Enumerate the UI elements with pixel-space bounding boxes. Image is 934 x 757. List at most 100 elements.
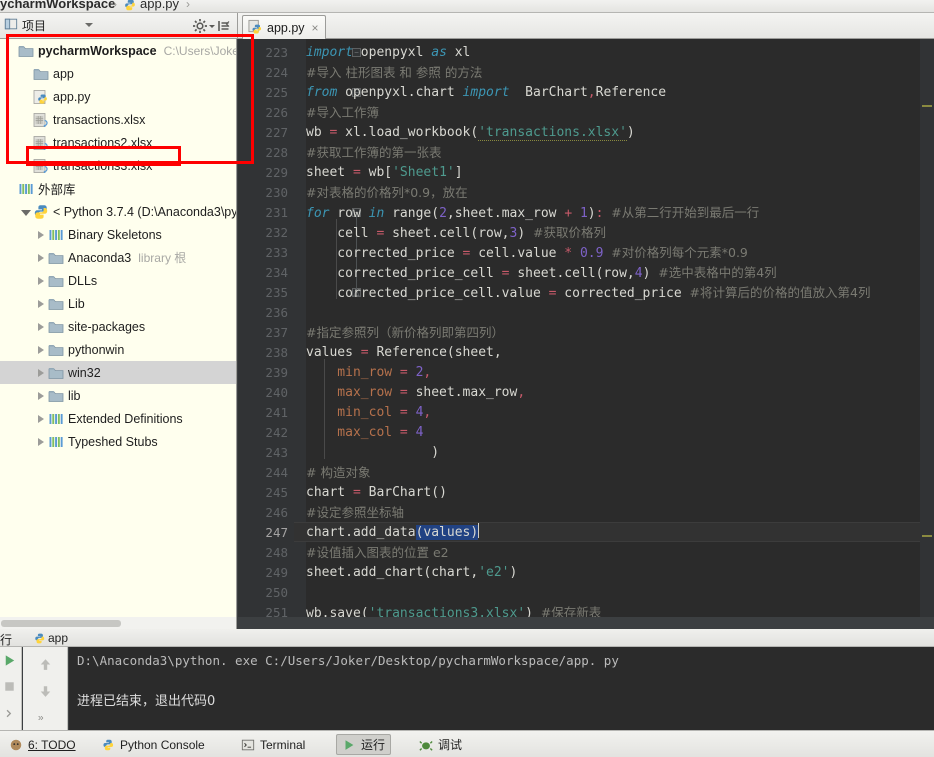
breadcrumb-separator-2: › xyxy=(186,0,190,11)
tree-item-label: transactions3.xlsx xyxy=(53,158,153,173)
tree-item-python-3-7-4-d-anaconda3-py[interactable]: < Python 3.7.4 (D:\Anaconda3\py xyxy=(0,200,236,223)
code-line[interactable]: corrected_price_cell = sheet.cell(row,4)… xyxy=(306,263,776,283)
tree-item-app[interactable]: app xyxy=(0,62,236,85)
library-icon xyxy=(48,411,64,427)
stop-icon[interactable] xyxy=(2,679,18,695)
tree-item-pycharmworkspace[interactable]: pycharmWorkspace C:\Users\Joker xyxy=(0,39,236,62)
gear-icon[interactable] xyxy=(192,18,208,34)
code-line[interactable]: #导入 柱形图表 和 参照 的方法 xyxy=(306,63,482,83)
chevron-right-icon[interactable] xyxy=(34,338,48,361)
code-text-area[interactable]: import openpyxl as xl #导入 柱形图表 和 参照 的方法 fr… xyxy=(306,39,934,629)
code-token: # 构造对象 xyxy=(306,465,371,480)
code-line[interactable]: #设定参照坐标轴 xyxy=(306,503,404,523)
chevron-right-icon[interactable] xyxy=(34,407,48,430)
tree-item-lib[interactable]: lib xyxy=(0,384,236,407)
code-token: 'e2' xyxy=(478,565,510,580)
warning-marker[interactable] xyxy=(922,105,932,107)
terminal-icon xyxy=(241,738,255,752)
bottom-tab-6-todo[interactable]: 6: TODO xyxy=(4,735,81,754)
expand-icon[interactable] xyxy=(3,707,19,723)
tree-item-transactions2-xlsx[interactable]: transactions2.xlsx xyxy=(0,131,236,154)
bottom-tab-[interactable]: 调试 xyxy=(414,735,467,754)
tree-item-site-packages[interactable]: site-packages xyxy=(0,315,236,338)
chevron-right-icon[interactable] xyxy=(34,269,48,292)
tree-item-[interactable]: 外部库 xyxy=(0,177,236,200)
tab-app-py[interactable]: app.py × xyxy=(242,15,326,39)
project-panel-label: 项目 xyxy=(22,19,47,33)
tree-item-extended-definitions[interactable]: Extended Definitions xyxy=(0,407,236,430)
bottom-tab-terminal[interactable]: Terminal xyxy=(236,735,310,754)
code-line[interactable]: #指定参照列（新价格列即第四列） xyxy=(306,323,504,343)
code-line[interactable]: #对表格的价格列*0.9，放在 xyxy=(306,183,468,203)
code-line[interactable]: corrected_price_cell.value = corrected_p… xyxy=(306,283,870,303)
run-icon[interactable] xyxy=(2,653,18,669)
soft-wrap-icon[interactable]: » xyxy=(36,709,52,725)
tree-item-binary-skeletons[interactable]: Binary Skeletons xyxy=(0,223,236,246)
code-line[interactable]: max_row = sheet.max_row, xyxy=(306,383,525,403)
close-icon[interactable]: × xyxy=(312,21,319,35)
code-line[interactable]: #导入工作簿 xyxy=(306,103,379,123)
scroll-down-icon[interactable] xyxy=(37,683,53,699)
bottom-tab-python-console[interactable]: Python Console xyxy=(96,735,210,754)
chevron-right-icon[interactable] xyxy=(34,246,48,269)
line-number: 229 xyxy=(265,165,288,180)
tree-item-dlls[interactable]: DLLs xyxy=(0,269,236,292)
project-panel-title[interactable]: 项目 xyxy=(4,17,46,34)
code-line[interactable]: values = Reference(sheet, xyxy=(306,343,502,363)
bottom-tab-[interactable]: 运行 xyxy=(336,734,392,755)
tree-item-lib[interactable]: Lib xyxy=(0,292,236,315)
warning-marker[interactable] xyxy=(922,535,932,537)
code-token: , xyxy=(423,365,432,380)
tree-item-label: < Python 3.7.4 (D:\Anaconda3\py xyxy=(53,204,237,219)
editor-hscrollbar[interactable] xyxy=(238,617,934,629)
tree-item-app-py[interactable]: app.py xyxy=(0,85,236,108)
code-line[interactable]: corrected_price = cell.value * 0.9 #对价格列… xyxy=(306,243,748,263)
code-line[interactable]: cell = sheet.cell(row,3) #获取价格列 xyxy=(306,223,606,243)
chevron-right-icon[interactable] xyxy=(34,315,48,338)
console-output[interactable]: D:\Anaconda3\python. exe C:/Users/Joker/… xyxy=(69,647,934,730)
chevron-right-icon[interactable] xyxy=(34,292,48,315)
code-line[interactable]: sheet.add_chart(chart,'e2') xyxy=(306,563,517,583)
chevron-right-icon[interactable] xyxy=(34,361,48,384)
code-line[interactable]: # 构造对象 xyxy=(306,463,370,483)
code-line[interactable]: for row in range(2,sheet.max_row + 1): #… xyxy=(306,203,759,223)
scroll-up-icon[interactable] xyxy=(37,656,53,672)
chevron-down-icon[interactable] xyxy=(19,200,33,223)
breadcrumb-project[interactable]: ycharmWorkspace xyxy=(0,0,115,11)
code-line[interactable]: chart.add_data(values) xyxy=(306,523,480,543)
code-line[interactable]: sheet = wb['Sheet1'] xyxy=(306,163,463,183)
project-tree-panel[interactable]: pycharmWorkspace C:\Users\Joker app app.py t… xyxy=(0,39,237,617)
code-token: = xyxy=(352,165,361,180)
code-token: sheet xyxy=(306,165,353,180)
chevron-down-icon[interactable] xyxy=(85,23,93,27)
chevron-right-icon[interactable] xyxy=(34,430,48,453)
bottom-tab-label: Python Console xyxy=(120,737,205,752)
project-panel-hscrollbar[interactable] xyxy=(0,617,237,629)
code-token: wb xyxy=(306,125,330,140)
chevron-right-icon[interactable] xyxy=(34,223,48,246)
code-line[interactable]: from openpyxl.chart import BarChart,Refe… xyxy=(306,83,666,103)
code-line[interactable]: ) xyxy=(306,443,439,463)
code-line[interactable]: wb = xl.load_workbook('transactions.xlsx… xyxy=(306,123,635,143)
scrollbar-thumb[interactable] xyxy=(1,620,121,627)
run-config-tab-label[interactable]: app xyxy=(48,631,68,645)
tree-item-transactions-xlsx[interactable]: transactions.xlsx xyxy=(0,108,236,131)
tree-item-anaconda3[interactable]: Anaconda3 library 根 xyxy=(0,246,236,269)
breadcrumb-file[interactable]: app.py xyxy=(140,0,179,11)
chevron-right-icon[interactable] xyxy=(34,384,48,407)
code-line[interactable]: import openpyxl as xl xyxy=(306,43,470,63)
tree-item-win32[interactable]: win32 xyxy=(0,361,236,384)
editor-marker-strip[interactable] xyxy=(920,39,934,629)
tree-item-pythonwin[interactable]: pythonwin xyxy=(0,338,236,361)
tree-item-transactions3-xlsx[interactable]: transactions3.xlsx xyxy=(0,154,236,177)
code-line[interactable]: chart = BarChart() xyxy=(306,483,447,503)
code-line[interactable]: #获取工作簿的第一张表 xyxy=(306,143,441,163)
tree-item-typeshed-stubs[interactable]: Typeshed Stubs xyxy=(0,430,236,453)
collapse-all-icon[interactable] xyxy=(216,18,232,34)
gear-dropdown-chevron-icon[interactable] xyxy=(209,25,215,28)
tree-item-label: app.py xyxy=(53,89,91,104)
code-line[interactable]: #设值插入图表的位置 e2 xyxy=(306,543,449,563)
code-editor[interactable]: 223 224 225 226 227 228 229 230 231 232 233 234 235 2… xyxy=(238,39,934,629)
